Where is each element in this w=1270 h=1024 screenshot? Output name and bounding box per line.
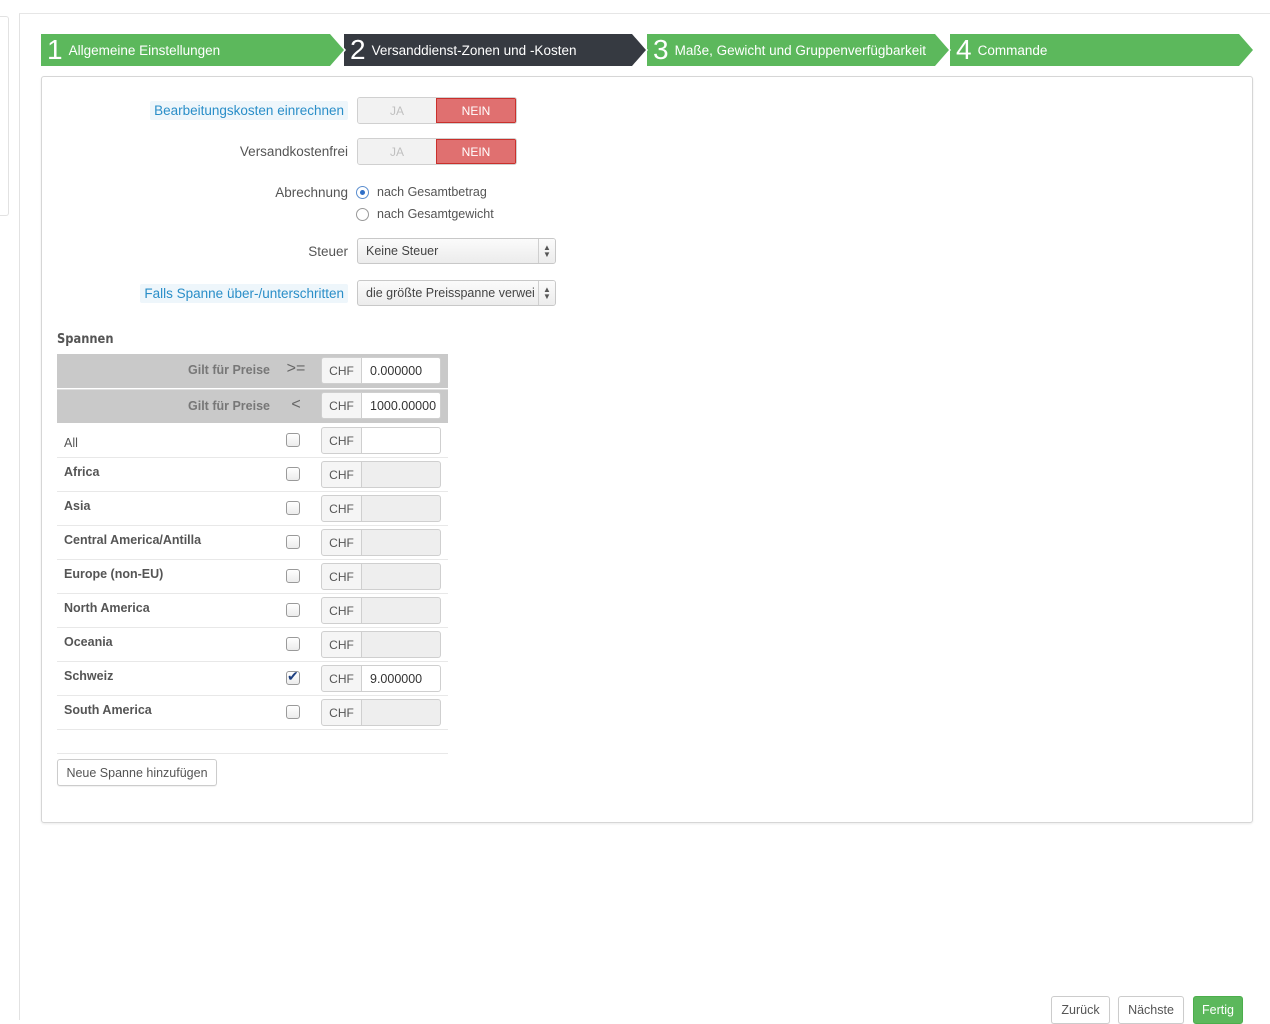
switch-no[interactable]: NEIN	[436, 98, 516, 123]
out-of-range-select[interactable]: die größte Preisspanne verwei ▲ ▼	[357, 280, 556, 306]
billing-option-price[interactable]: nach Gesamtbetrag	[356, 185, 487, 199]
zone-name: Schweiz	[64, 669, 114, 683]
out-of-range-label[interactable]: Falls Spanne über-/unterschritten	[140, 284, 348, 303]
range-to-operator: <	[291, 396, 301, 413]
zone-price-input[interactable]	[362, 495, 441, 522]
billing-label: Abrechnung	[275, 185, 348, 200]
step-label: Maße, Gewicht und Gruppenverfügbarkeit	[674, 42, 926, 58]
tax-label: Steuer	[308, 244, 348, 259]
zone-checkbox[interactable]	[286, 569, 300, 583]
step-number: 1	[47, 34, 63, 65]
zone-checkbox[interactable]	[286, 467, 300, 481]
step-label: Allgemeine Einstellungen	[68, 42, 221, 58]
currency-addon: CHF	[321, 461, 362, 488]
zone-checkbox[interactable]	[286, 501, 300, 515]
wizard-step-3[interactable]: 3 Maße, Gewicht und Gruppenverfügbarkeit	[647, 34, 951, 66]
wizard-step-2[interactable]: 2 Versanddienst-Zonen und -Kosten	[344, 34, 648, 66]
zone-price-input[interactable]: 9.000000	[362, 665, 441, 692]
switch-no[interactable]: NEIN	[436, 139, 516, 164]
wizard-steps: 1 Allgemeine Einstellungen 2 Versanddien…	[41, 34, 1253, 66]
zone-name: All	[64, 436, 78, 450]
step-number: 2	[350, 34, 366, 65]
handling-fees-label[interactable]: Bearbeitungskosten einrechnen	[150, 101, 348, 120]
wizard-step-1[interactable]: 1 Allgemeine Einstellungen	[41, 34, 346, 66]
currency-addon: CHF	[321, 631, 362, 658]
zone-name: Europe (non-EU)	[64, 567, 164, 581]
sidebar-panel-fragment	[0, 16, 9, 216]
zone-price-input-all[interactable]	[362, 427, 441, 454]
range-from-input[interactable]: 0.000000	[362, 357, 441, 384]
ranges-title: Spannen	[57, 331, 114, 347]
zone-name: South America	[64, 703, 152, 717]
add-range-button[interactable]: Neue Spanne hinzufügen	[57, 759, 217, 786]
select-arrows-icon: ▲ ▼	[538, 239, 555, 263]
handling-fees-switch[interactable]: JA NEIN	[357, 97, 517, 124]
radio-label: nach Gesamtgewicht	[377, 207, 494, 221]
currency-addon: CHF	[321, 665, 362, 692]
top-divider	[19, 13, 1270, 14]
tax-select[interactable]: Keine Steuer ▲ ▼	[357, 238, 556, 264]
currency-addon: CHF	[321, 495, 362, 522]
zone-checkbox[interactable]	[286, 637, 300, 651]
zone-checkbox-checked[interactable]	[286, 668, 300, 685]
free-shipping-label: Versandkostenfrei	[239, 144, 348, 159]
step-number: 4	[956, 34, 972, 65]
range-to-label: Gilt für Preise	[188, 399, 270, 413]
range-from-label: Gilt für Preise	[188, 363, 270, 377]
zone-name: Africa	[64, 465, 100, 479]
currency-addon: CHF	[321, 392, 362, 419]
zone-checkbox[interactable]	[286, 705, 300, 719]
currency-addon: CHF	[321, 427, 362, 454]
zone-name: Oceania	[64, 635, 113, 649]
zone-price-input[interactable]	[362, 699, 441, 726]
step-number: 3	[653, 34, 669, 65]
currency-addon: CHF	[321, 529, 362, 556]
zone-name: Central America/Antilla	[64, 533, 202, 547]
range-from-operator: >=	[286, 360, 306, 377]
range-to-input[interactable]: 1000.00000	[362, 392, 441, 419]
currency-addon: CHF	[321, 357, 362, 384]
currency-addon: CHF	[321, 597, 362, 624]
select-arrows-icon: ▲ ▼	[538, 281, 555, 305]
currency-addon: CHF	[321, 563, 362, 590]
currency-addon: CHF	[321, 699, 362, 726]
select-value: die größte Preisspanne verwei	[366, 286, 535, 300]
ranges-divider	[57, 753, 448, 754]
radio-label: nach Gesamtbetrag	[377, 185, 487, 199]
zone-checkbox[interactable]	[286, 603, 300, 617]
zone-checkbox-all[interactable]	[286, 433, 300, 447]
radio-button[interactable]	[356, 207, 369, 221]
zone-price-input[interactable]	[362, 631, 441, 658]
wizard-step-4[interactable]: 4 Commande	[950, 34, 1253, 66]
switch-yes[interactable]: JA	[358, 98, 436, 123]
select-value: Keine Steuer	[366, 244, 439, 258]
free-shipping-switch[interactable]: JA NEIN	[357, 138, 517, 165]
zone-price-input[interactable]	[362, 563, 441, 590]
zone-price-input[interactable]	[362, 597, 441, 624]
left-divider	[19, 14, 20, 1020]
step-label: Versanddienst-Zonen und -Kosten	[371, 42, 577, 58]
zone-name: Asia	[64, 499, 91, 513]
zone-name: North America	[64, 601, 150, 615]
billing-option-weight[interactable]: nach Gesamtgewicht	[356, 207, 494, 221]
zone-price-input[interactable]	[362, 529, 441, 556]
zone-price-input[interactable]	[362, 461, 441, 488]
step-label: Commande	[977, 42, 1048, 58]
radio-button[interactable]	[356, 185, 369, 199]
zone-checkbox[interactable]	[286, 535, 300, 549]
switch-yes[interactable]: JA	[358, 139, 436, 164]
